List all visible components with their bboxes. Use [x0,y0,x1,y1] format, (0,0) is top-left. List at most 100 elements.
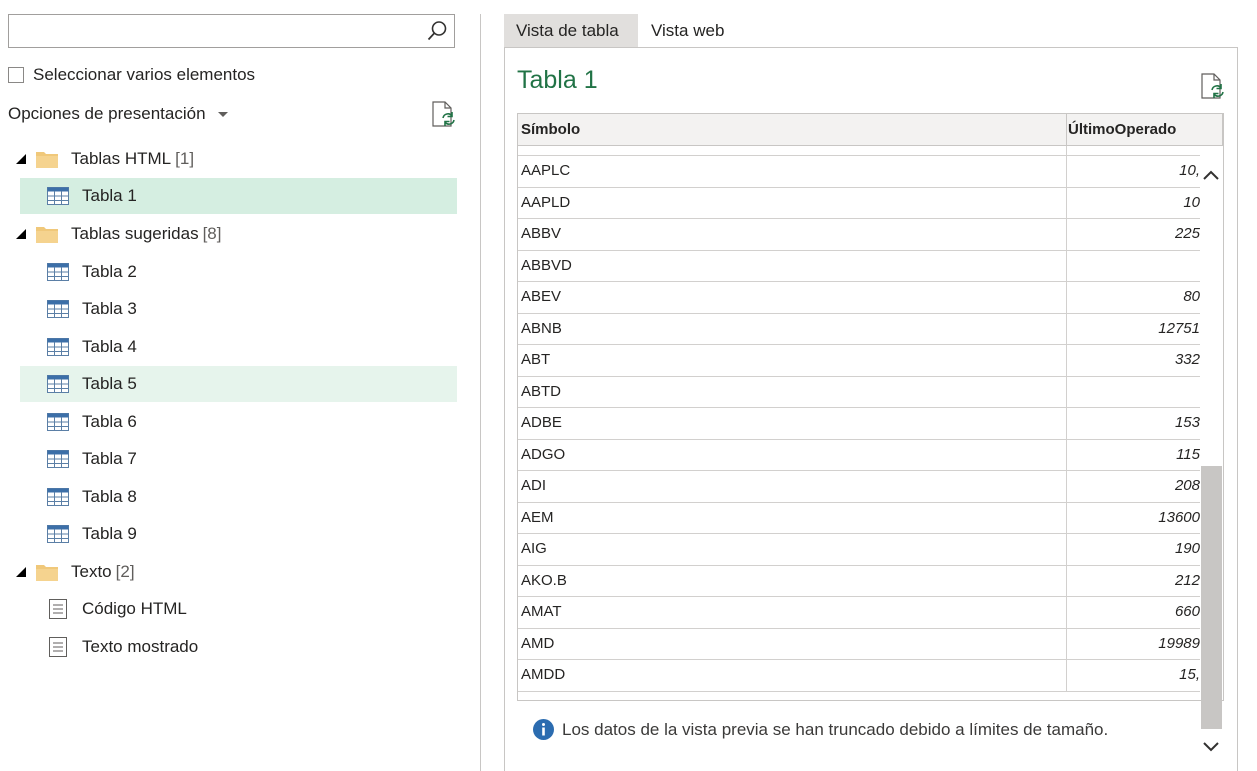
tree-item-tabla-4[interactable]: Tabla 4 [20,329,457,365]
cell-symbol: AMAT [521,603,562,620]
cell-value-wrap: 212 [1066,565,1200,596]
tree-item-tabla-2[interactable]: Tabla 2 [20,254,457,290]
search-icon[interactable] [426,20,448,42]
table-row[interactable]: ADBE 153 [518,408,1200,440]
expand-arrow-icon[interactable] [16,567,26,577]
tree-item-label: Tabla 3 [82,299,137,318]
notice-text: Los datos de la vista previa se han trun… [562,719,1109,739]
column-header-simbolo[interactable]: Símbolo [521,121,580,138]
table-row[interactable]: AIG 190 [518,534,1200,566]
table-icon [47,488,69,506]
tree-item-label: Tablas sugeridas [71,224,199,243]
tree-item-label: Tabla 6 [82,412,137,431]
truncation-notice: Los datos de la vista previa se han trun… [533,719,1108,740]
cell-value-wrap: 115 [1066,439,1200,470]
cell-value-wrap: 15, [1066,660,1200,691]
table-row[interactable]: AKO.B 212 [518,565,1200,597]
expand-arrow-icon[interactable] [16,154,26,164]
cell-symbol: AAPLC [521,162,571,179]
tree-item-tabla-1[interactable]: Tabla 1 [20,178,457,214]
cell-value-wrap: 12751 [1066,313,1200,344]
tree-item-tabla-5[interactable]: Tabla 5 [20,366,457,402]
cell-value: 225 [1174,225,1200,242]
display-options-dropdown[interactable]: Opciones de presentación [8,103,228,125]
table-row[interactable]: AMDD 15, [518,660,1200,692]
table-row[interactable]: ABBV 225 [518,219,1200,251]
column-divider[interactable] [1222,114,1223,145]
tree-item-tabla-9[interactable]: Tabla 9 [20,516,457,552]
cell-value: 212 [1174,571,1200,589]
info-icon [533,719,554,740]
cell-value: 660 [1174,603,1200,620]
tree-item-tabla-6[interactable]: Tabla 6 [20,404,457,440]
table-row[interactable]: ABBVD [518,250,1200,282]
tab-table-view[interactable]: Vista de tabla [504,14,638,47]
table-row[interactable]: ABTD [518,376,1200,408]
tree-item-label: Tabla 4 [82,337,137,356]
table-row[interactable]: ADI 208 [518,471,1200,503]
cell-value-wrap: 153 [1066,408,1200,439]
table-row[interactable]: AMAT 660 [518,597,1200,629]
column-divider[interactable] [1066,114,1067,145]
tree-item-tabla-8[interactable]: Tabla 8 [20,479,457,515]
table-row[interactable]: ABEV 80 [518,282,1200,314]
cell-value: 208 [1174,477,1200,494]
table-icon [47,375,69,393]
table-row[interactable]: AAPLC 10, [518,156,1200,188]
tree-item-count: [8] [202,224,222,243]
refresh-icon[interactable] [1199,73,1225,101]
tree-folder-tablas-sugeridas[interactable]: Tablas sugeridas [8] [16,216,453,252]
multi-select-checkbox[interactable]: Seleccionar varios elementos [8,64,255,86]
cell-value-wrap: 190 [1066,534,1200,565]
table-row[interactable]: ABT 332 [518,345,1200,377]
cell-symbol: AMD [521,634,555,652]
tree-folder-tablas-html[interactable]: Tablas HTML [1] [16,141,453,177]
refresh-icon[interactable] [430,101,456,129]
cell-symbol: ABT [521,351,551,368]
table-row[interactable]: AEM 13600 [518,502,1200,534]
tree-item-texto-mostrado[interactable]: Texto mostrado [20,629,457,665]
cell-value: 153 [1174,414,1200,431]
cell-symbol: AEM [521,508,554,526]
tree-item-label: Texto [71,562,112,581]
expand-arrow-icon[interactable] [16,229,26,239]
cell-symbol: ABNB [521,319,562,337]
table-row[interactable]: AMD 19989 [518,628,1200,660]
cell-value: 190 [1174,540,1200,557]
tree-item-label: Tabla 2 [82,262,137,281]
scrollbar-thumb[interactable] [1201,466,1222,729]
column-header-ultimo-operado[interactable]: ÚltimoOperado [1068,121,1176,138]
search-box[interactable] [8,14,455,48]
table-icon [47,263,69,281]
cell-symbol: ABBV [521,225,562,242]
data-grid[interactable]: AAPL 140 AAPLC10,AAPLD10ABBV225ABBVDABEV… [517,113,1224,701]
tree-item-codigo-html[interactable]: Código HTML [20,591,457,627]
tree-item-tabla-3[interactable]: Tabla 3 [20,291,457,327]
folder-icon [36,565,58,581]
cell-value-wrap [1066,250,1200,281]
document-icon [49,637,67,657]
tab-web-view[interactable]: Vista web [639,14,736,47]
search-input[interactable] [9,15,425,47]
cell-symbol: AKO.B [521,571,567,589]
pane-splitter[interactable] [480,14,481,771]
vertical-scrollbar[interactable] [1199,146,1224,771]
table-row[interactable]: AAPLD 10 [518,187,1200,219]
table-row[interactable]: ADGO 115 [518,439,1200,471]
folder-icon [36,152,58,168]
tree-folder-texto[interactable]: Texto [2] [16,554,453,590]
cell-value: 332 [1174,351,1200,368]
grid-body[interactable]: AAPL 140 AAPLC10,AAPLD10ABBV225ABBVDABEV… [518,132,1200,692]
chevron-up-icon[interactable] [1202,168,1220,182]
tree-item-tabla-7[interactable]: Tabla 7 [20,441,457,477]
chevron-down-icon[interactable] [1202,740,1220,754]
cell-symbol: ABTD [521,382,562,400]
tree-item-label: Tabla 1 [82,186,137,205]
checkbox[interactable] [8,67,24,83]
cell-value: 15, [1179,666,1200,683]
multi-select-label: Seleccionar varios elementos [33,65,256,84]
table-row[interactable]: ABNB 12751 [518,313,1200,345]
tree-item-label: Tabla 5 [82,374,137,393]
cell-value: 12751 [1158,319,1200,337]
cell-value-wrap: 19989 [1066,628,1200,659]
